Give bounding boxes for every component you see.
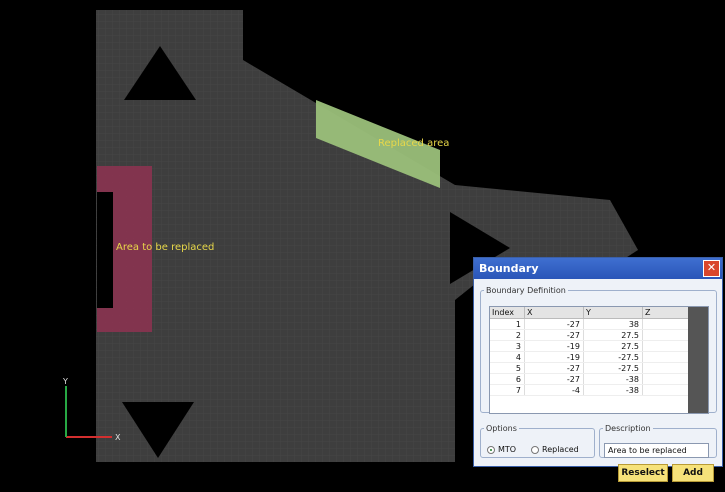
- column-header[interactable]: X: [524, 307, 584, 319]
- radio-checked-icon: [487, 445, 495, 454]
- area-to-replace-label: Area to be replaced: [116, 242, 214, 253]
- options-group: Options MTO Replaced: [480, 424, 595, 458]
- axis-x-label: X: [115, 433, 121, 442]
- column-header[interactable]: Index: [490, 307, 525, 319]
- table-cell[interactable]: -38: [583, 373, 643, 385]
- table-cell[interactable]: 7: [490, 384, 525, 396]
- table-cell[interactable]: -27: [524, 329, 584, 341]
- axis-y-label: Y: [62, 377, 68, 386]
- radio-unchecked-icon: [531, 445, 539, 454]
- table-row[interactable]: 3-1927.50: [490, 340, 702, 352]
- reselect-button[interactable]: Reselect: [618, 464, 668, 482]
- table-cell[interactable]: 4: [490, 351, 525, 363]
- description-label: Description: [605, 424, 651, 433]
- table-cell[interactable]: 6: [490, 373, 525, 385]
- table-cell[interactable]: -27: [524, 373, 584, 385]
- option-mto-radio[interactable]: MTO: [487, 445, 516, 454]
- close-button[interactable]: ✕: [703, 260, 720, 277]
- option-replaced-radio[interactable]: Replaced: [531, 445, 579, 454]
- description-input[interactable]: Area to be replaced: [604, 443, 709, 458]
- table-cell[interactable]: -27.5: [583, 362, 643, 374]
- table-row[interactable]: 1-27380: [490, 318, 702, 330]
- table-cell[interactable]: 5: [490, 362, 525, 374]
- dialog-titlebar[interactable]: Boundary ✕: [474, 258, 722, 279]
- table-row[interactable]: 5-27-27.50: [490, 362, 702, 374]
- replaced-area-label: Replaced area: [378, 138, 449, 149]
- table-cell[interactable]: -27.5: [583, 351, 643, 363]
- boundary-dialog: Boundary ✕ Boundary Definition Index X Y Z …: [473, 257, 723, 482]
- table-cell[interactable]: -27: [524, 362, 584, 374]
- table-row[interactable]: 6-27-380: [490, 373, 702, 385]
- table-cell[interactable]: 38: [583, 318, 643, 330]
- cutout-region: [97, 192, 113, 308]
- description-group: Description Area to be replaced: [599, 424, 717, 458]
- table-cell[interactable]: 27.5: [583, 340, 643, 352]
- table-cell[interactable]: 3: [490, 340, 525, 352]
- table-body: 1-273802-2727.503-1927.504-19-27.505-27-…: [490, 318, 702, 396]
- table-cell[interactable]: -19: [524, 351, 584, 363]
- close-icon: ✕: [706, 261, 717, 274]
- table-cell[interactable]: -4: [524, 384, 584, 396]
- table-cell[interactable]: 1: [490, 318, 525, 330]
- table-cell[interactable]: -19: [524, 340, 584, 352]
- table-cell[interactable]: -38: [583, 384, 643, 396]
- boundary-table[interactable]: IndexXYZ 1-273802-2727.503-1927.504-19-2…: [489, 306, 709, 414]
- table-row[interactable]: 2-2727.50: [490, 329, 702, 341]
- add-button[interactable]: Add: [672, 464, 714, 482]
- table-cell[interactable]: 2: [490, 329, 525, 341]
- boundary-definition-label: Boundary Definition: [486, 286, 566, 295]
- option-replaced-label: Replaced: [542, 445, 579, 454]
- table-row[interactable]: 4-19-27.50: [490, 351, 702, 363]
- table-row[interactable]: 7-4-380: [490, 384, 702, 396]
- column-header[interactable]: Y: [583, 307, 643, 319]
- table-cell[interactable]: -27: [524, 318, 584, 330]
- table-cell[interactable]: 27.5: [583, 329, 643, 341]
- table-scrollbar[interactable]: [688, 307, 708, 413]
- table-header-row: Index X Y Z: [490, 307, 702, 319]
- dialog-title: Boundary: [479, 262, 539, 275]
- option-mto-label: MTO: [498, 445, 517, 454]
- options-label: Options: [486, 424, 517, 433]
- boundary-definition-group: Boundary Definition IndexXYZ 1-273802-27…: [480, 286, 717, 414]
